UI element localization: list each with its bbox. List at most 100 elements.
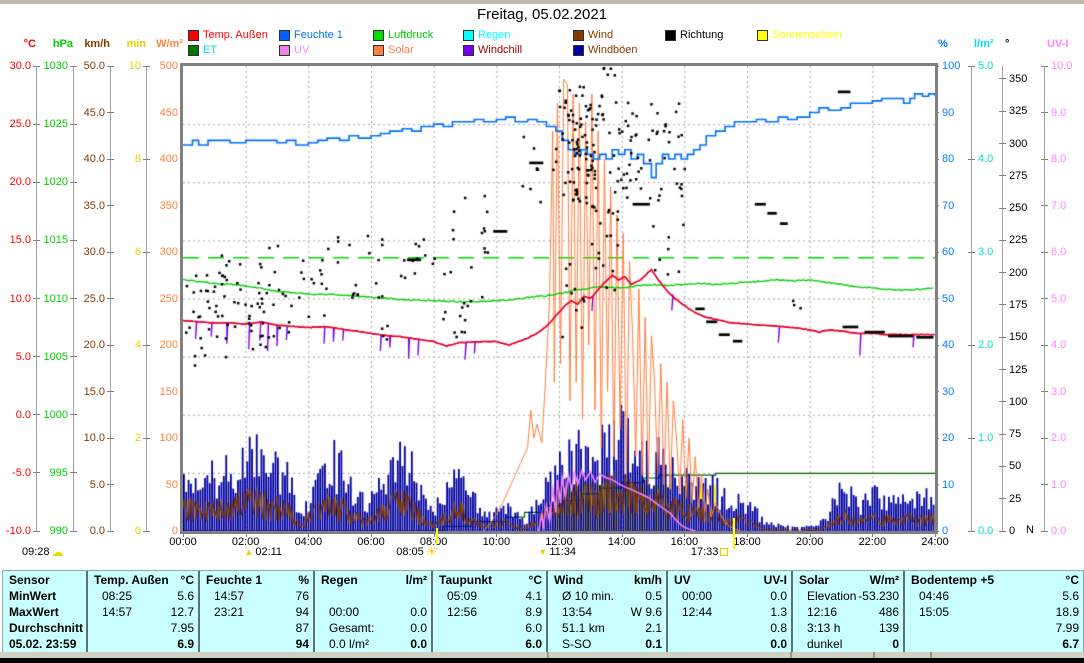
summary-cell-time: 12:56 [439,605,477,621]
summary-cell-value: 6.0 [525,621,542,637]
axis-tick-label: 20.0 [0,177,31,188]
summary-cell-time: dunkel [799,637,842,653]
axis-tick-label: 15.0 [0,235,31,246]
axis-tick-label: 500 [141,61,178,72]
axis-tick-label: 250 [141,294,178,305]
bottom-black-bar [0,658,1084,663]
marker-time: 17:33 [691,546,719,558]
legend-item-richtung: Richtung [665,29,723,41]
legend-item-wind: Wind [573,29,613,41]
legend-swatch [573,45,584,56]
summary-cell-time: 51.1 km [554,621,605,637]
legend-swatch [188,30,199,41]
axis-label-north: N [1026,525,1034,536]
moonrise-icon: ▲ [244,548,253,557]
summary-cell-time: 08:25 [94,589,132,605]
marker-sunrise: 08:05☀ [396,546,437,558]
summary-cell-row: 6.0 [439,637,542,653]
axis-tick [999,369,1006,370]
summary-cell-time: Ø 10 min. [554,589,614,605]
summary-col-regen: Regenl/m²00:000.0Gesamt:0.00.0 l/m²0.0 [315,571,433,653]
summary-cell-time: 05:09 [439,589,477,605]
summary-cell-row: 6.0 [439,621,542,637]
axis-tick [1041,391,1048,392]
moonset-icon: ▼ [538,548,547,557]
axis-tick-label: 1000 [31,410,68,421]
summary-row-label: MinWert [9,589,82,605]
summary-row-label: MaxWert [9,605,82,621]
axis-unit-min: min [112,38,146,50]
summary-col-name: Feuchte 1 [206,572,262,589]
axis-tick [999,401,1006,402]
summary-cell-time: 00:00 [321,605,359,621]
summary-cell-time: 12:44 [674,605,712,621]
axis-tick-label: 1010 [31,294,68,305]
axis-tick-label: 200 [1009,268,1046,279]
summary-cell-value: 0.0 [770,589,787,605]
axis-tick-label: 40.0 [68,154,105,165]
axis-tick [999,434,1006,435]
legend-swatch [373,30,384,41]
summary-cell-row: Gesamt:0.0 [321,621,427,637]
summary-col-unit: W/m² [870,572,899,589]
axis-unit-°C: °C [2,38,36,50]
axis-tick-label: 225 [1009,235,1046,246]
axis-unit-W/m²: W/m² [149,38,183,50]
summary-col-header: Temp. Außen°C [94,572,194,589]
summary-col-bodentemp-5: Bodentemp +5°C04:465.615:0518.97.996.7 [905,571,1083,653]
axis-tick [1041,205,1048,206]
axis-tick-label: 5.0 [1051,294,1084,305]
legend-swatch [665,30,676,41]
summary-cell-time [439,621,447,637]
axis-tick [999,531,1006,532]
summary-cell-row: 00:000.0 [321,605,427,621]
axis-tick-label: 350 [141,201,178,212]
x-tick-label: 24:00 [915,536,955,548]
legend-item-feuchte-1: Feuchte 1 [279,29,343,41]
summary-row-label: Durchschnitt [9,621,82,637]
summary-cell-time: 00:00 [674,589,712,605]
summary-cell-time: 15:05 [911,605,949,621]
axis-tick-label: 10.0 [0,294,31,305]
axis-tick-label: 8 [104,154,141,165]
axis-tick [70,472,77,473]
axis-tick-label: 7.0 [1051,201,1084,212]
legend-label: Windchill [478,44,522,56]
axis-tick-label: 200 [141,340,178,351]
summary-cell-time: 12:16 [799,605,837,621]
summary-col-uv: UVUV-I00:000.012:441.30.80.0 [668,571,793,653]
axis-tick-label: 150 [1009,332,1046,343]
axis-tick-label: 3.0 [1051,387,1084,398]
summary-cell-time [321,589,329,605]
summary-cell-value: 0.0 [410,637,427,653]
status-strip-mark [790,652,792,658]
axis-tick-label: 10 [942,480,979,491]
summary-cell-row: 12:568.9 [439,605,542,621]
axis-tick [1041,531,1048,532]
x-tick-label: 14:00 [602,536,642,548]
legend-item-windchill: Windchill [463,44,522,56]
legend-swatch [463,30,474,41]
summary-col-header: SolarW/m² [799,572,899,589]
axis-tick-label: 100 [942,61,979,72]
axis-tick-label: 30.0 [0,61,31,72]
axis-tick [70,182,77,183]
summary-cell-time [674,621,682,637]
summary-cell-row: 7.99 [911,621,1079,637]
axis-tick [999,111,1006,112]
summary-cell-row: 14:5712.7 [94,605,194,621]
legend-label: Temp. Außen [203,29,268,41]
summary-cell-value: 1.3 [770,605,787,621]
summary-cell-value: 0.1 [645,637,662,653]
summary-col-unit: l/m² [406,572,427,589]
axis-tick-label: 4.0 [1051,340,1084,351]
summary-col-header: Regenl/m² [321,572,427,589]
axis-tick-label: 90 [942,108,979,119]
summary-cell-value: -53.230 [858,589,899,605]
axis-tick-label: 1025 [31,119,68,130]
summary-col-wind: Windkm/hØ 10 min.0.513:54W 9.651.1 km2.1… [548,571,668,653]
axis-tick [70,356,77,357]
summary-cell-value: 486 [879,605,899,621]
axis-tick-label: 20 [942,433,979,444]
marker-moonset: ▼11:34 [538,546,576,558]
